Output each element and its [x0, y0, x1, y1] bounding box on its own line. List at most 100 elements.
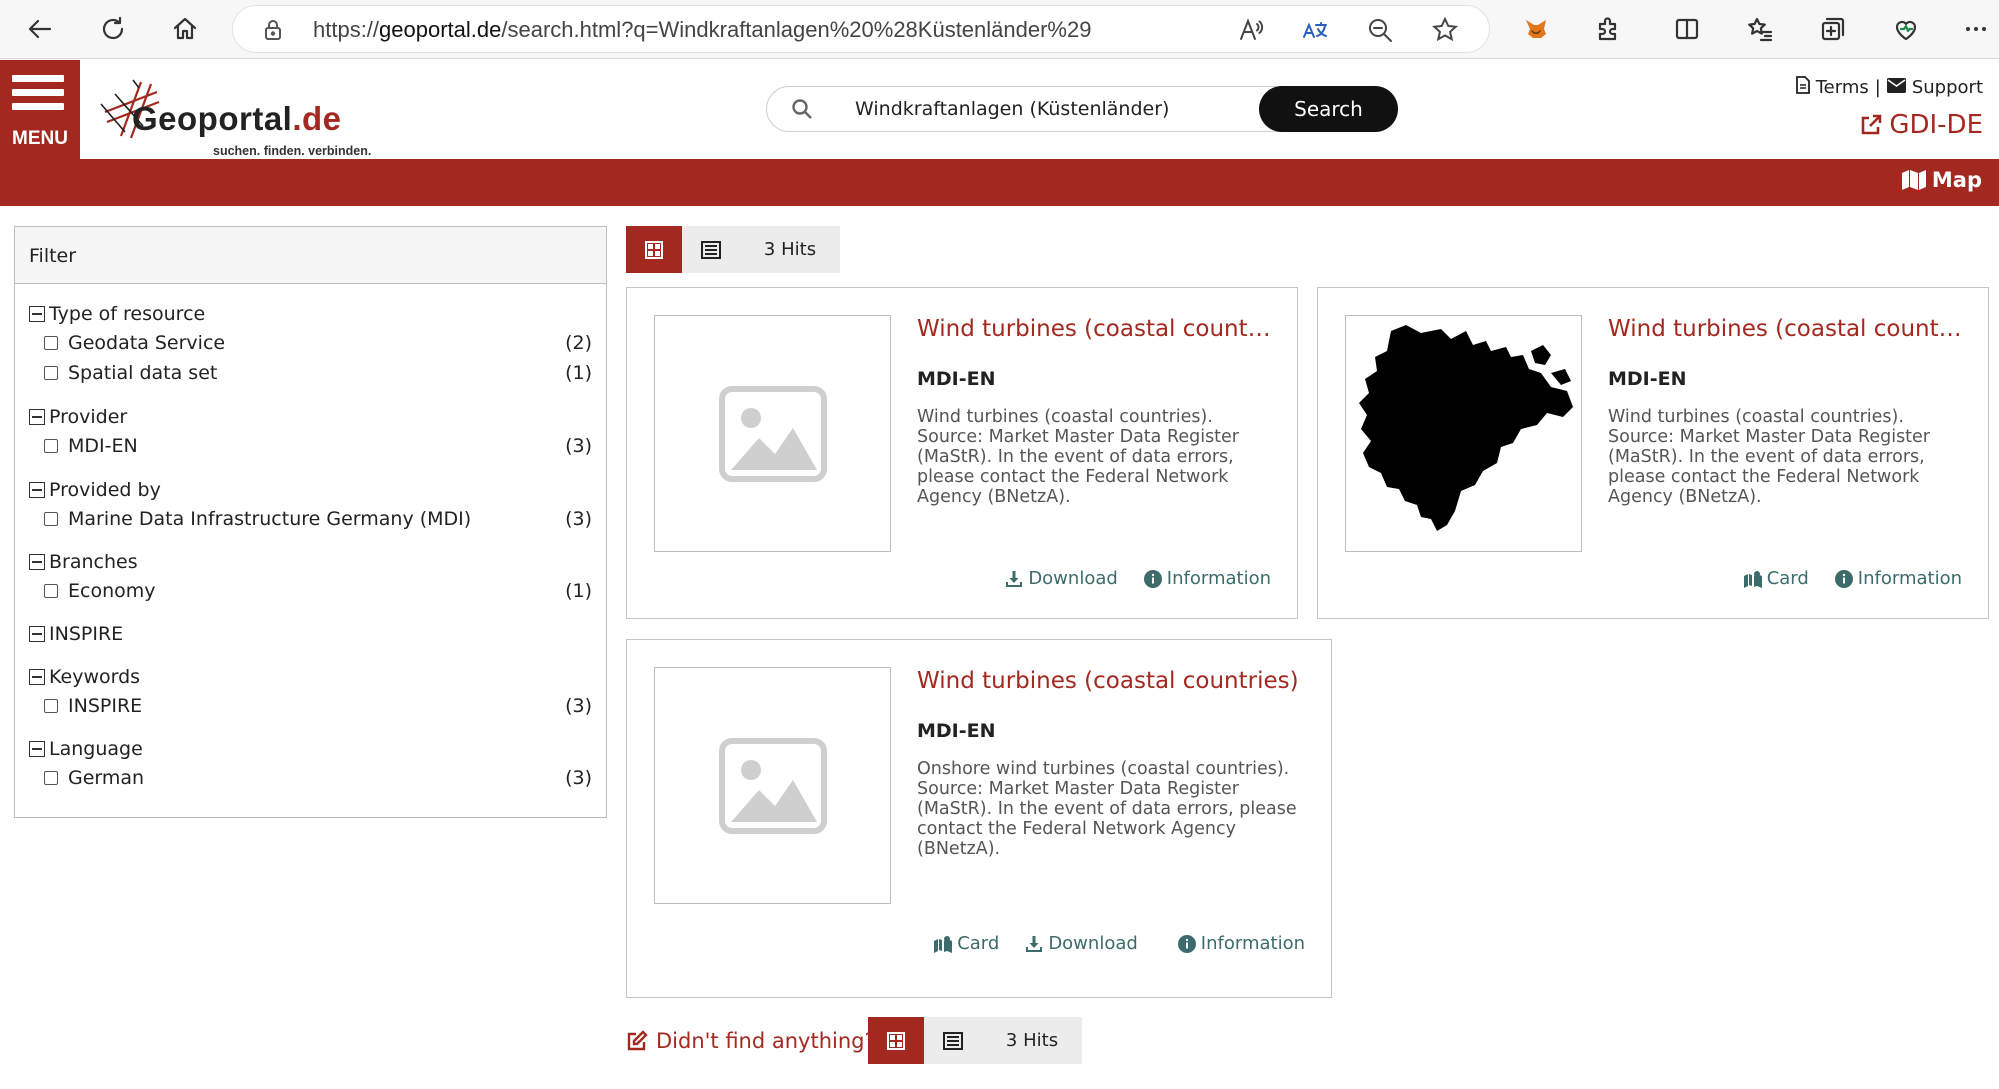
- feedback-link[interactable]: Didn't find anything?: [626, 1029, 876, 1053]
- checkbox[interactable]: [44, 439, 58, 453]
- card-link[interactable]: Card: [934, 933, 999, 954]
- result-description: Wind turbines (coastal countries). Sourc…: [1608, 407, 1931, 507]
- checkbox[interactable]: [44, 584, 58, 598]
- checkbox[interactable]: [44, 366, 58, 380]
- home-icon[interactable]: [163, 8, 207, 50]
- result-thumbnail-map-preview[interactable]: [1345, 315, 1582, 552]
- filter-group-language[interactable]: Language: [29, 736, 143, 762]
- checkbox[interactable]: [44, 699, 58, 713]
- collapse-icon[interactable]: [29, 626, 45, 642]
- filter-group-provider[interactable]: Provider: [29, 404, 127, 430]
- geoportal-logo[interactable]: Geoportal.de suchen. finden. verbinden.: [95, 72, 385, 158]
- address-bar[interactable]: https://geoportal.de/search.html?q=Windk…: [232, 5, 1490, 53]
- view-toggle-bottom: 3 Hits: [868, 1017, 1082, 1064]
- collapse-icon[interactable]: [29, 306, 45, 322]
- map-button[interactable]: Map: [1901, 168, 1982, 192]
- filter-group-type-of-resource[interactable]: Type of resource: [29, 301, 205, 327]
- result-thumbnail[interactable]: [654, 667, 891, 904]
- filter-item-german[interactable]: German (3): [44, 765, 592, 791]
- more-menu-icon[interactable]: [1954, 8, 1998, 50]
- filter-item-mdi-en[interactable]: MDI-EN (3): [44, 433, 592, 459]
- extensions-icon[interactable]: [1586, 8, 1630, 50]
- list-view-button[interactable]: [682, 226, 740, 273]
- logo-name: Geoportal: [132, 100, 293, 137]
- result-title[interactable]: Wind turbines (coastal countri...: [917, 316, 1277, 342]
- filter-item-spatial-data-set[interactable]: Spatial data set (1): [44, 360, 592, 386]
- menu-button[interactable]: MENU: [0, 60, 80, 159]
- collapse-icon[interactable]: [29, 554, 45, 570]
- gdi-de-link[interactable]: GDI-DE: [1859, 110, 1983, 140]
- filter-group-inspire[interactable]: INSPIRE: [29, 621, 123, 647]
- result-actions: Card Download Information: [934, 933, 1305, 954]
- collapse-icon[interactable]: [29, 409, 45, 425]
- checkbox[interactable]: [44, 336, 58, 350]
- support-link[interactable]: Support: [1912, 77, 1983, 98]
- download-label: Download: [1048, 933, 1138, 954]
- result-title[interactable]: Wind turbines (coastal countri...: [1608, 316, 1968, 342]
- url-text: https://geoportal.de/search.html?q=Windk…: [313, 17, 1091, 43]
- gdi-de-label: GDI-DE: [1889, 110, 1983, 140]
- filter-group-keywords[interactable]: Keywords: [29, 664, 140, 690]
- list-view-button[interactable]: [924, 1017, 982, 1064]
- result-title[interactable]: Wind turbines (coastal countries): [917, 668, 1317, 694]
- terms-link[interactable]: Terms: [1816, 77, 1869, 98]
- result-card[interactable]: Wind turbines (coastal countri... MDI-EN…: [1317, 287, 1989, 619]
- result-card[interactable]: Wind turbines (coastal countri... MDI-EN…: [626, 287, 1298, 619]
- grid-view-button[interactable]: [868, 1017, 924, 1064]
- result-provider: MDI-EN: [1608, 368, 1687, 390]
- search-input[interactable]: [855, 95, 1235, 123]
- filter-item-mdi[interactable]: Marine Data Infrastructure Germany (MDI)…: [44, 506, 592, 532]
- map-label: Map: [1931, 168, 1982, 192]
- translate-icon[interactable]: [1301, 16, 1331, 46]
- filter-item-count: (1): [565, 362, 592, 384]
- card-label: Card: [957, 933, 1000, 954]
- information-link[interactable]: Information: [1177, 933, 1305, 954]
- checkbox[interactable]: [44, 512, 58, 526]
- external-link-icon: [1862, 114, 1882, 135]
- grid-icon: [887, 1031, 905, 1050]
- filter-title: Filter: [15, 227, 606, 284]
- filter-item-count: (3): [565, 508, 592, 530]
- collapse-icon[interactable]: [29, 482, 45, 498]
- search-button[interactable]: Search: [1259, 86, 1398, 132]
- filter-item-count: (3): [565, 435, 592, 457]
- favorite-star-icon[interactable]: [1431, 16, 1461, 46]
- information-link[interactable]: Information: [1834, 568, 1962, 589]
- collapse-icon[interactable]: [29, 741, 45, 757]
- menu-label: MENU: [12, 128, 68, 149]
- filter-item-keyword-inspire[interactable]: INSPIRE (3): [44, 693, 592, 719]
- grid-view-button[interactable]: [626, 226, 682, 273]
- filter-item-label: Spatial data set: [68, 362, 218, 384]
- collections-icon[interactable]: [1811, 8, 1855, 50]
- read-aloud-icon[interactable]: [1237, 16, 1267, 46]
- url-path: /search.html?q=Windkraftanlagen%20%28Küs…: [501, 17, 1092, 42]
- list-icon: [701, 240, 721, 259]
- information-link[interactable]: Information: [1143, 568, 1271, 589]
- filter-item-geodata-service[interactable]: Geodata Service (2): [44, 330, 592, 356]
- result-card[interactable]: Wind turbines (coastal countries) MDI-EN…: [626, 639, 1332, 998]
- result-description: Wind turbines (coastal countries). Sourc…: [917, 407, 1240, 507]
- zoom-out-icon[interactable]: [1366, 16, 1396, 46]
- metamask-fox-icon[interactable]: [1514, 8, 1558, 50]
- browser-essentials-icon[interactable]: [1884, 8, 1928, 50]
- split-screen-icon[interactable]: [1665, 8, 1709, 50]
- envelope-icon: [1886, 77, 1906, 97]
- filter-group-provided-by[interactable]: Provided by: [29, 477, 161, 503]
- map-icon: [1901, 170, 1926, 190]
- checkbox[interactable]: [44, 771, 58, 785]
- collapse-icon[interactable]: [29, 669, 45, 685]
- result-thumbnail[interactable]: [654, 315, 891, 552]
- lock-icon[interactable]: [261, 18, 285, 42]
- url-scheme: https://: [313, 17, 380, 42]
- download-link[interactable]: Download: [1005, 568, 1118, 589]
- filter-item-economy[interactable]: Economy (1): [44, 578, 592, 604]
- filter-item-count: (2): [565, 332, 592, 354]
- filter-group-branches[interactable]: Branches: [29, 549, 138, 575]
- back-icon[interactable]: [18, 8, 62, 50]
- filter-item-label: Economy: [68, 580, 156, 602]
- card-link[interactable]: Card: [1743, 568, 1809, 589]
- download-link[interactable]: Download: [1025, 933, 1138, 954]
- favorites-list-icon[interactable]: [1738, 8, 1782, 50]
- link-separator: |: [1874, 76, 1881, 98]
- reload-icon[interactable]: [91, 8, 135, 50]
